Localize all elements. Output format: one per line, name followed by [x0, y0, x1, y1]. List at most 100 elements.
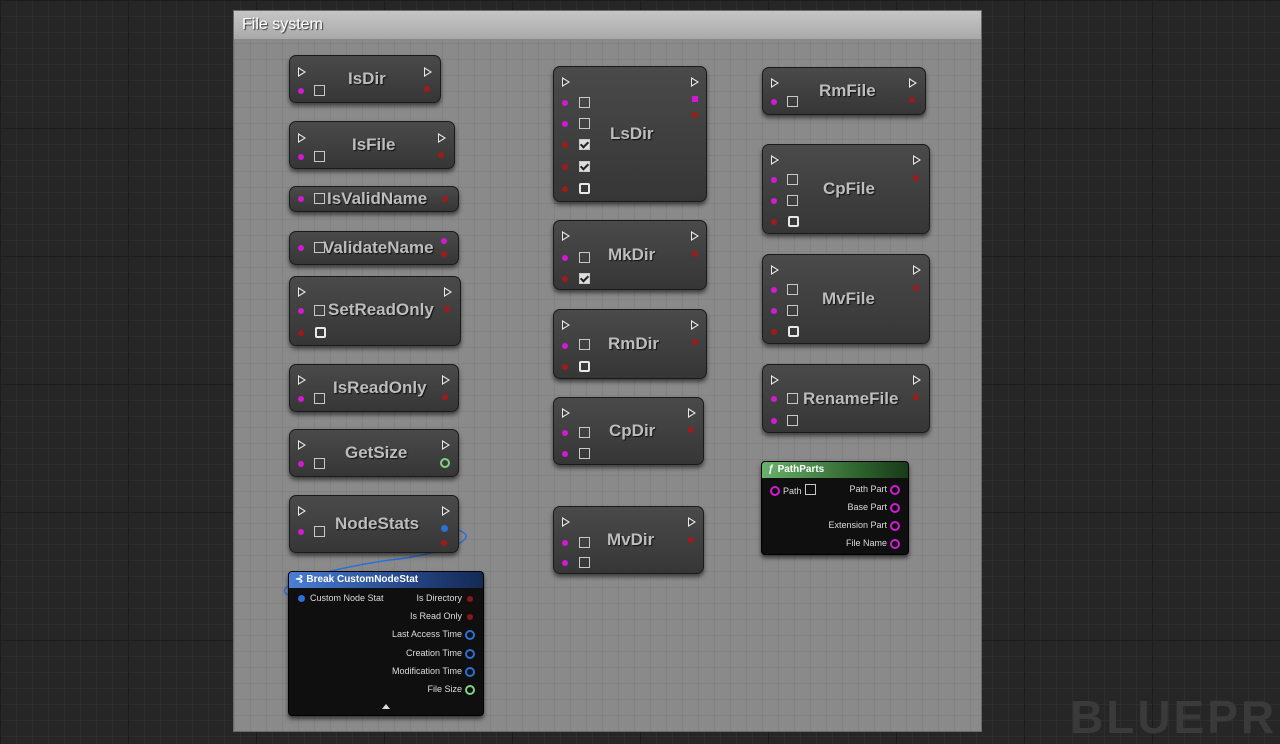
node-header[interactable]: ƒ PathParts — [762, 462, 908, 478]
string-pin-in[interactable] — [298, 196, 304, 202]
checkbox[interactable] — [579, 427, 590, 438]
node-isvalidname[interactable]: IsValidName — [289, 186, 459, 212]
checkbox[interactable] — [579, 557, 590, 568]
string-pin-in[interactable] — [562, 100, 568, 106]
checkbox[interactable] — [787, 393, 798, 404]
checkbox[interactable] — [579, 339, 590, 350]
bool-pin-out[interactable] — [688, 537, 694, 543]
bool-pin-in[interactable] — [562, 142, 568, 148]
exec-out-icon[interactable] — [438, 133, 446, 143]
checkbox[interactable] — [314, 193, 325, 204]
checkbox-checked[interactable] — [579, 273, 590, 284]
checkbox[interactable] — [579, 97, 590, 108]
exec-out-icon[interactable] — [688, 517, 696, 527]
string-pin-in[interactable] — [562, 430, 568, 436]
struct-pin-in[interactable] — [298, 595, 305, 602]
exec-in-icon[interactable] — [298, 287, 306, 297]
string-pin-out[interactable] — [890, 503, 900, 513]
checkbox[interactable] — [787, 195, 798, 206]
string-pin-in[interactable] — [771, 418, 777, 424]
exec-in-icon[interactable] — [562, 408, 570, 418]
string-pin-in[interactable] — [298, 461, 304, 467]
checkbox[interactable] — [788, 216, 799, 227]
node-nodestats[interactable]: NodeStats — [289, 495, 459, 553]
checkbox[interactable] — [579, 183, 590, 194]
string-pin-in[interactable] — [298, 88, 304, 94]
node-cpdir[interactable]: CpDir — [553, 397, 704, 465]
exec-out-icon[interactable] — [424, 67, 432, 77]
string-pin-in[interactable] — [562, 121, 568, 127]
string-pin-in[interactable] — [771, 198, 777, 204]
exec-in-icon[interactable] — [562, 517, 570, 527]
bool-pin-out[interactable] — [688, 427, 694, 433]
checkbox[interactable] — [579, 252, 590, 263]
checkbox[interactable] — [314, 85, 325, 96]
exec-in-icon[interactable] — [771, 265, 779, 275]
bool-pin-out[interactable] — [692, 339, 698, 345]
exec-in-icon[interactable] — [771, 155, 779, 165]
exec-out-icon[interactable] — [691, 231, 699, 241]
checkbox[interactable] — [314, 458, 325, 469]
node-mvdir[interactable]: MvDir — [553, 506, 704, 574]
bool-pin-in[interactable] — [298, 330, 304, 336]
checkbox-checked[interactable] — [579, 161, 590, 172]
bool-pin-out[interactable] — [441, 540, 447, 546]
node-mvfile[interactable]: MvFile — [762, 254, 930, 344]
checkbox[interactable] — [579, 118, 590, 129]
struct-pin-out[interactable] — [465, 649, 475, 659]
string-pin-in[interactable] — [562, 560, 568, 566]
node-mkdir[interactable]: MkDir — [553, 220, 707, 290]
node-setreadonly[interactable]: SetReadOnly — [289, 276, 461, 346]
string-pin-out[interactable] — [890, 539, 900, 549]
string-pin-in[interactable] — [770, 486, 780, 496]
exec-in-icon[interactable] — [562, 77, 570, 87]
string-pin-in[interactable] — [562, 540, 568, 546]
exec-in-icon[interactable] — [298, 375, 306, 385]
comment-title[interactable]: File system — [234, 11, 981, 39]
node-rmdir[interactable]: RmDir — [553, 309, 707, 379]
string-pin-in[interactable] — [771, 396, 777, 402]
bool-pin-out[interactable] — [441, 251, 447, 257]
exec-out-icon[interactable] — [442, 375, 450, 385]
exec-out-icon[interactable] — [442, 506, 450, 516]
bool-pin-out[interactable] — [442, 196, 448, 202]
bool-pin-in[interactable] — [771, 329, 777, 335]
node-validatename[interactable]: ValidateName — [289, 231, 459, 265]
exec-in-icon[interactable] — [298, 506, 306, 516]
string-pin-in[interactable] — [298, 529, 304, 535]
node-rmfile[interactable]: RmFile — [762, 67, 926, 115]
struct-pin-out[interactable] — [441, 525, 448, 532]
node-header[interactable]: ⊰ Break CustomNodeStat — [289, 572, 483, 588]
string-pin-in[interactable] — [562, 343, 568, 349]
int-pin-out[interactable] — [440, 458, 450, 468]
checkbox[interactable] — [314, 526, 325, 537]
bool-pin-out[interactable] — [444, 306, 450, 312]
string-pin-in[interactable] — [298, 396, 304, 402]
checkbox[interactable] — [787, 284, 798, 295]
exec-in-icon[interactable] — [562, 320, 570, 330]
array-pin-out[interactable] — [692, 96, 698, 102]
bool-pin-out[interactable] — [467, 596, 473, 602]
struct-pin-out[interactable] — [465, 667, 475, 677]
checkbox[interactable] — [579, 361, 590, 372]
exec-in-icon[interactable] — [771, 78, 779, 88]
bool-pin-in[interactable] — [562, 364, 568, 370]
node-isreadonly[interactable]: IsReadOnly — [289, 364, 459, 412]
node-lsdir[interactable]: LsDir — [553, 66, 707, 202]
bool-pin-out[interactable] — [442, 394, 448, 400]
bool-pin-out[interactable] — [909, 97, 915, 103]
collapse-arrow-icon[interactable] — [382, 704, 390, 709]
bool-pin-out[interactable] — [424, 86, 430, 92]
checkbox[interactable] — [787, 415, 798, 426]
checkbox[interactable] — [787, 174, 798, 185]
node-isdir[interactable]: IsDir — [289, 55, 441, 103]
checkbox[interactable] — [314, 305, 325, 316]
exec-in-icon[interactable] — [771, 375, 779, 385]
bool-pin-in[interactable] — [771, 219, 777, 225]
bool-pin-out[interactable] — [913, 394, 919, 400]
bool-pin-out[interactable] — [913, 285, 919, 291]
bool-pin-out[interactable] — [913, 175, 919, 181]
checkbox[interactable] — [314, 151, 325, 162]
string-pin-out[interactable] — [890, 521, 900, 531]
exec-out-icon[interactable] — [688, 408, 696, 418]
